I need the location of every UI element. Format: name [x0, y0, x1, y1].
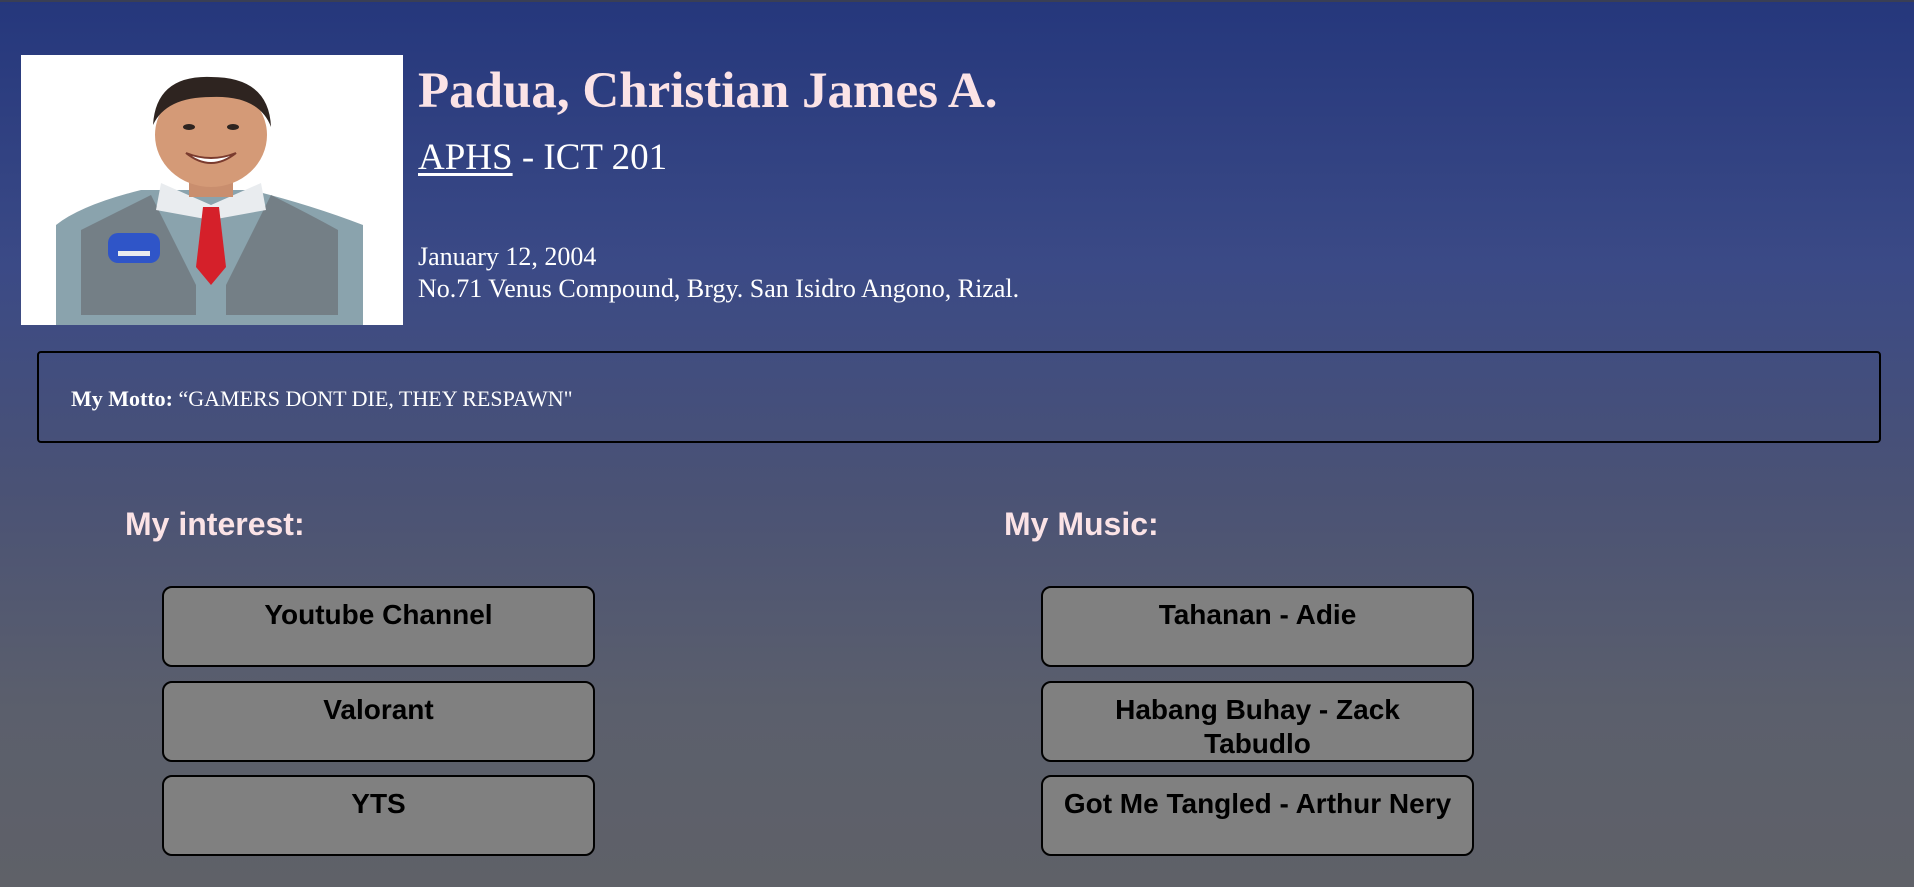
- school-line: APHS - ICT 201: [418, 136, 667, 179]
- interest-card-valorant[interactable]: Valorant: [162, 681, 595, 762]
- motto: My Motto: “GAMERS DONT DIE, THEY RESPAWN…: [71, 386, 573, 412]
- music-card-tahanan[interactable]: Tahanan - Adie: [1041, 586, 1474, 667]
- interests-title: My interest:: [125, 506, 305, 542]
- birthdate: January 12, 2004: [418, 242, 597, 271]
- motto-label: My Motto:: [71, 386, 174, 411]
- music-title: My Music:: [1004, 506, 1159, 542]
- section-text: - ICT 201: [512, 137, 668, 178]
- interest-card-youtube-channel[interactable]: Youtube Channel: [162, 586, 595, 667]
- address: No.71 Venus Compound, Brgy. San Isidro A…: [418, 274, 1020, 303]
- profile-photo: [21, 55, 403, 325]
- interest-card-yts[interactable]: YTS: [162, 775, 595, 856]
- motto-box: My Motto: “GAMERS DONT DIE, THEY RESPAWN…: [37, 351, 1881, 443]
- motto-text: “GAMERS DONT DIE, THEY RESPAWN": [173, 386, 573, 411]
- school-link[interactable]: APHS: [418, 137, 513, 178]
- music-card-habang-buhay[interactable]: Habang Buhay - Zack Tabudlo: [1041, 681, 1474, 762]
- profile-name: Padua, Christian James A.: [418, 63, 998, 119]
- music-card-got-me-tangled[interactable]: Got Me Tangled - Arthur Nery: [1041, 775, 1474, 856]
- top-border: [0, 0, 1914, 2]
